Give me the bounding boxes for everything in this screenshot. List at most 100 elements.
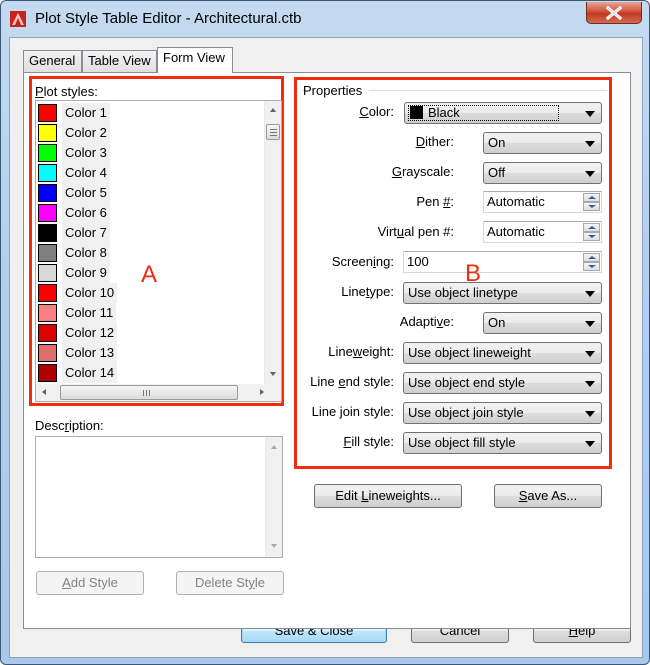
grayscale-dropdown[interactable]: Off	[483, 162, 602, 184]
add-style-button[interactable]: Add Style	[36, 571, 144, 595]
dialog-window: Plot Style Table Editor - Architectural.…	[0, 0, 650, 665]
close-icon	[605, 5, 623, 20]
plot-style-label: Color 5	[62, 183, 110, 203]
adaptive-dropdown[interactable]: On	[483, 312, 602, 334]
lineweight-dropdown[interactable]: Use object lineweight	[403, 342, 602, 364]
spin-down-button[interactable]	[583, 202, 600, 211]
dither-dropdown[interactable]: On	[483, 132, 602, 154]
spin-down-button[interactable]	[583, 232, 600, 241]
plot-style-label: Color 4	[62, 163, 110, 183]
plot-styles-label: Plot styles:	[35, 84, 98, 99]
vertical-scroll-thumb[interactable]	[266, 124, 280, 140]
plot-style-list-item[interactable]: Color 6	[38, 203, 110, 223]
dither-label: Dither:	[415, 134, 454, 149]
close-button[interactable]	[586, 2, 642, 24]
color-dropdown[interactable]: Black	[404, 102, 602, 124]
scroll-down-arrow-icon[interactable]	[271, 544, 277, 548]
arrow-down-icon	[588, 205, 596, 208]
spin-up-button[interactable]	[583, 193, 600, 202]
plot-style-list-item[interactable]: Color 10	[38, 283, 118, 303]
plot-styles-vertical-scrollbar[interactable]	[264, 101, 281, 386]
horizontal-scroll-thumb[interactable]	[60, 385, 238, 400]
plot-style-list-item[interactable]: Color 5	[38, 183, 110, 203]
scroll-left-arrow-icon[interactable]	[42, 389, 46, 395]
form-view-panel: Plot styles: Color 1 Color 2 Color 3 Color …	[23, 72, 631, 629]
plot-style-list-item[interactable]: Color 13	[38, 343, 118, 363]
plot-style-list-item[interactable]: Color 8	[38, 243, 110, 263]
plot-style-list-item[interactable]: Color 2	[38, 123, 110, 143]
plot-style-label: Color 3	[62, 143, 110, 163]
plot-style-list-item[interactable]: Color 3	[38, 143, 110, 163]
save-as-button[interactable]: Save As...	[494, 484, 602, 508]
plot-style-list-item[interactable]: Color 11	[38, 303, 117, 323]
lineweight-label: Lineweight:	[328, 344, 394, 359]
arrow-up-icon	[588, 256, 596, 259]
line-end-style-label: Line end style:	[310, 374, 394, 389]
color-swatch	[38, 364, 57, 382]
delete-style-button[interactable]: Delete Style	[176, 571, 284, 595]
chevron-down-icon	[585, 441, 595, 447]
plot-style-list-item[interactable]: Color 12	[38, 323, 118, 343]
virtual-pen-label: Virtual pen #:	[377, 224, 454, 239]
line-join-style-label: Line join style:	[311, 404, 394, 419]
title-bar: Plot Style Table Editor - Architectural.…	[1, 1, 650, 37]
plot-styles-horizontal-scrollbar[interactable]	[36, 384, 281, 401]
plot-styles-list[interactable]: Color 1 Color 2 Color 3 Color 4 Color 5 Color…	[35, 100, 282, 402]
fill-style-label: Fill style:	[343, 434, 394, 449]
scroll-right-arrow-icon[interactable]	[260, 389, 264, 395]
scroll-up-arrow-icon[interactable]	[271, 445, 277, 449]
scroll-down-arrow-icon[interactable]	[270, 372, 276, 376]
spin-buttons	[583, 223, 600, 241]
plot-style-list-item[interactable]: Color 14	[38, 363, 118, 383]
line-join-style-dropdown[interactable]: Use object join style	[403, 402, 602, 424]
plot-style-label: Color 1	[62, 103, 110, 123]
spin-up-button[interactable]	[583, 223, 600, 232]
tab-form-view[interactable]: Form View	[157, 47, 233, 73]
scroll-up-arrow-icon[interactable]	[270, 108, 276, 112]
line-end-style-dropdown[interactable]: Use object end style	[403, 372, 602, 394]
description-scrollbar[interactable]	[265, 437, 282, 557]
plot-style-list-item[interactable]: Color 4	[38, 163, 110, 183]
fill-style-dropdown[interactable]: Use object fill style	[403, 432, 602, 454]
spin-down-button[interactable]	[583, 262, 600, 271]
chevron-down-icon	[585, 381, 595, 387]
spin-buttons	[583, 253, 600, 271]
edit-lineweights-button[interactable]: Edit Lineweights...	[314, 484, 462, 508]
tab-label: Table View	[88, 53, 151, 68]
adaptive-value: On	[488, 315, 506, 330]
properties-group-label: Properties	[303, 83, 363, 98]
color-swatch	[38, 304, 57, 322]
color-swatch	[38, 104, 57, 122]
color-swatch	[38, 324, 57, 342]
tab-table-view[interactable]: Table View	[82, 50, 157, 72]
plot-style-label: Color 8	[62, 243, 110, 263]
pen-number-spinner[interactable]: Automatic	[483, 191, 602, 213]
tab-general[interactable]: General	[23, 50, 82, 72]
plot-style-list-item[interactable]: Color 7	[38, 223, 110, 243]
dither-value: On	[488, 135, 506, 150]
line-join-style-value: Use object join style	[408, 405, 524, 420]
chevron-down-icon	[585, 111, 595, 117]
color-swatch	[38, 224, 57, 242]
annotation-label-a: A	[141, 261, 158, 288]
pen-number-label: Pen #:	[416, 194, 454, 209]
screening-spinner[interactable]: 100	[403, 251, 602, 273]
chevron-down-icon	[585, 351, 595, 357]
plot-style-label: Color 10	[62, 283, 118, 303]
color-swatch	[38, 244, 57, 262]
color-swatch	[38, 164, 57, 182]
chevron-down-icon	[585, 291, 595, 297]
virtual-pen-value: Automatic	[487, 224, 545, 239]
chevron-down-icon	[585, 321, 595, 327]
virtual-pen-spinner[interactable]: Automatic	[483, 221, 602, 243]
color-swatch	[38, 284, 57, 302]
description-textarea[interactable]	[35, 436, 283, 558]
color-swatch	[38, 144, 57, 162]
plot-style-list-item[interactable]: Color 9	[38, 263, 110, 283]
tab-label: General	[29, 53, 76, 68]
color-swatch	[38, 264, 57, 282]
autocad-app-icon	[10, 11, 26, 27]
spin-up-button[interactable]	[583, 253, 600, 262]
plot-style-list-item[interactable]: Color 1	[38, 103, 110, 123]
linetype-dropdown[interactable]: Use object linetype	[403, 282, 602, 304]
